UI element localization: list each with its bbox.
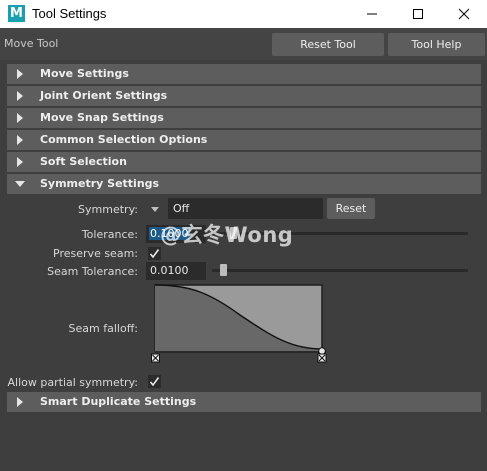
section-label: Joint Orient Settings: [40, 89, 168, 102]
checkmark-icon: [149, 249, 160, 259]
section-label: Symmetry Settings: [40, 177, 160, 190]
checkmark-icon: [149, 377, 160, 387]
symmetry-label: Symmetry:: [78, 203, 138, 216]
tolerance-label: Tolerance:: [81, 228, 138, 241]
allow-partial-symmetry-label: Allow partial symmetry:: [7, 376, 138, 389]
curve-keypoint-left-icon[interactable]: [151, 353, 160, 363]
seam-tolerance-field[interactable]: 0.0100: [146, 262, 206, 280]
window-title: Tool Settings: [32, 6, 107, 21]
section-soft-selection[interactable]: Soft Selection: [7, 152, 481, 172]
section-move-snap[interactable]: Move Snap Settings: [7, 108, 481, 128]
expand-arrow-icon: [17, 113, 23, 123]
reset-tool-button[interactable]: Reset Tool: [272, 33, 384, 56]
expand-arrow-icon: [17, 135, 23, 145]
section-move-settings[interactable]: Move Settings: [7, 64, 481, 84]
seam-falloff-curve-graph[interactable]: [150, 283, 330, 363]
section-label: Smart Duplicate Settings: [40, 395, 197, 408]
maya-app-icon: M: [8, 5, 25, 22]
expand-arrow-icon: [17, 91, 23, 101]
seam-tolerance-slider-track[interactable]: [212, 269, 468, 272]
section-label: Move Snap Settings: [40, 111, 164, 124]
section-symmetry[interactable]: Symmetry Settings: [7, 174, 481, 194]
minimize-button[interactable]: [349, 0, 395, 28]
minimize-icon: [367, 13, 377, 15]
curve-keypoint-right-icon[interactable]: [317, 347, 327, 363]
expand-arrow-icon: [17, 397, 23, 407]
tool-name: Move Tool: [4, 37, 59, 50]
tool-help-button[interactable]: Tool Help: [388, 33, 485, 56]
maximize-icon: [413, 9, 423, 19]
watermark-text: @玄冬Wong: [160, 223, 294, 247]
expand-arrow-icon: [17, 69, 23, 79]
dropdown-arrow-icon[interactable]: [151, 207, 159, 212]
section-label: Soft Selection: [40, 155, 127, 168]
expand-arrow-icon: [17, 157, 23, 167]
section-label: Move Settings: [40, 67, 129, 80]
collapse-arrow-icon: [15, 181, 25, 187]
symmetry-dropdown[interactable]: Off: [168, 198, 323, 219]
symmetry-reset-button[interactable]: Reset: [327, 198, 375, 219]
title-bar: M Tool Settings: [0, 0, 487, 28]
close-button[interactable]: [441, 0, 487, 28]
seam-falloff-label: Seam falloff:: [68, 322, 138, 335]
maximize-button[interactable]: [395, 0, 441, 28]
allow-partial-symmetry-checkbox[interactable]: [148, 375, 161, 388]
preserve-seam-label: Preserve seam:: [53, 247, 138, 260]
seam-tolerance-slider-handle[interactable]: [219, 264, 227, 276]
section-joint-orient[interactable]: Joint Orient Settings: [7, 86, 481, 106]
section-label: Common Selection Options: [40, 133, 208, 146]
section-smart-duplicate[interactable]: Smart Duplicate Settings: [7, 392, 481, 412]
section-common-selection[interactable]: Common Selection Options: [7, 130, 481, 150]
close-icon: [458, 8, 470, 20]
seam-tolerance-label: Seam Tolerance:: [47, 265, 138, 278]
